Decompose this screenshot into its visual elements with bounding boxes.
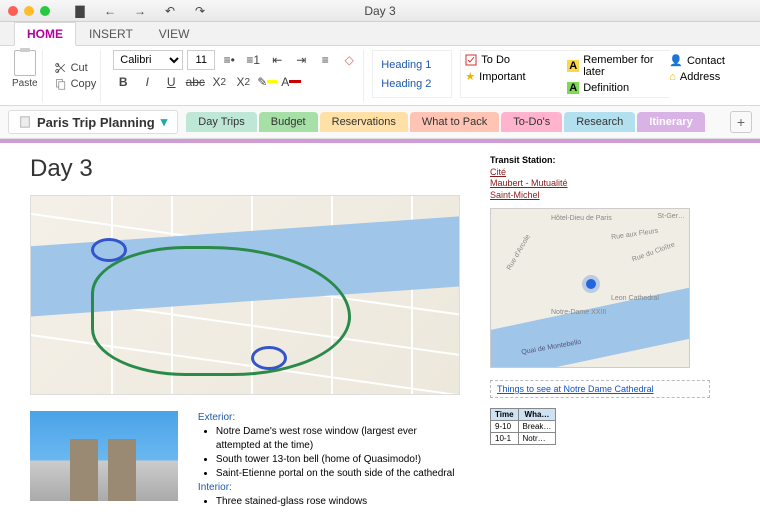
tab-view[interactable]: VIEW — [146, 22, 203, 45]
clear-format-icon[interactable]: ◇ — [339, 50, 359, 70]
section-tab-itinerary[interactable]: Itinerary — [637, 112, 704, 132]
toolbar-quick: ▇ ← → ↶ ↷ — [70, 1, 210, 21]
highlight-button[interactable]: ✎ — [257, 72, 277, 92]
a-icon: A — [567, 60, 579, 72]
bold-button[interactable]: B — [113, 72, 133, 92]
list-item: South tower 13-ton bell (home of Quasimo… — [216, 453, 460, 467]
schedule-table[interactable]: TimeWha… 9-10Break… 10-1Notr… — [490, 408, 556, 445]
list-item: Three stained-glass rose windows — [216, 495, 460, 509]
tag-important[interactable]: ★Important — [463, 69, 563, 84]
subscript-button[interactable]: X2 — [209, 72, 229, 92]
window-title: Day 3 — [364, 4, 395, 18]
outdent-icon[interactable]: ⇤ — [267, 50, 287, 70]
house-icon: ⌂ — [669, 71, 676, 83]
forward-icon[interactable]: → — [130, 1, 150, 21]
section-tab-budget[interactable]: Budget — [259, 112, 318, 132]
style-heading1[interactable]: Heading 1 — [381, 59, 443, 71]
list-item: Saint-Etienne portal on the south side o… — [216, 467, 460, 481]
style-heading2[interactable]: Heading 2 — [381, 78, 443, 90]
notebook-bar: Paris Trip Planning ▾ Day TripsBudgetRes… — [0, 106, 760, 139]
location-dot-icon — [586, 279, 596, 289]
section-tab-to-do-s[interactable]: To-Do's — [501, 112, 562, 132]
add-section-button[interactable]: + — [730, 111, 752, 133]
section-tab-what-to-pack[interactable]: What to Pack — [410, 112, 499, 132]
chevron-down-icon: ▾ — [161, 114, 168, 130]
tag-todo[interactable]: To Do — [463, 53, 563, 67]
list-item: Notre Dame's west rose window (largest e… — [216, 425, 460, 453]
map-small[interactable]: Hôtel-Dieu de Paris Leon Cathedral Rue d… — [490, 208, 690, 368]
tab-home[interactable]: HOME — [14, 22, 76, 46]
zoom-window[interactable] — [40, 6, 50, 16]
underline-button[interactable]: U — [161, 72, 181, 92]
ribbon: Paste Cut Copy Calibri ≡• ≡1 ⇤ ⇥ ≡ ◇ B I… — [0, 46, 760, 106]
cut-button[interactable]: Cut — [55, 62, 97, 74]
paste-button[interactable]: Paste — [12, 78, 38, 89]
scissors-icon — [55, 62, 67, 74]
interior-header: Interior: — [198, 481, 460, 495]
notebook-selector[interactable]: Paris Trip Planning ▾ — [8, 110, 178, 134]
font-select[interactable]: Calibri — [113, 50, 183, 70]
folder-icon[interactable]: ▇ — [70, 1, 90, 21]
section-tab-day-trips[interactable]: Day Trips — [186, 112, 256, 132]
fontcolor-button[interactable]: A — [281, 72, 301, 92]
tags-gallery[interactable]: To Do ★Important ARemember for later ADe… — [460, 50, 670, 98]
titlebar: ▇ ← → ↶ ↷ Day 3 — [0, 0, 760, 22]
map-large[interactable] — [30, 195, 460, 395]
undo-icon[interactable]: ↶ — [160, 1, 180, 21]
section-tab-research[interactable]: Research — [564, 112, 635, 132]
indent-icon[interactable]: ⇥ — [291, 50, 311, 70]
strike-button[interactable]: abc — [185, 72, 205, 92]
tag-contact[interactable]: 👤Contact — [667, 53, 760, 68]
window-controls — [8, 6, 50, 16]
bullets-icon[interactable]: ≡• — [219, 50, 239, 70]
page-canvas[interactable]: Day 3 Exterior: Notre Dame's west rose w… — [0, 143, 760, 521]
a-icon: A — [567, 82, 579, 94]
tag-remember[interactable]: ARemember for later — [565, 53, 665, 79]
notebook-icon — [19, 116, 31, 128]
section-tab-reservations[interactable]: Reservations — [320, 112, 408, 132]
minimize-window[interactable] — [24, 6, 34, 16]
page-title[interactable]: Day 3 — [30, 155, 460, 183]
back-icon[interactable]: ← — [100, 1, 120, 21]
tab-insert[interactable]: INSERT — [76, 22, 146, 45]
redo-icon[interactable]: ↷ — [190, 1, 210, 21]
italic-button[interactable]: I — [137, 72, 157, 92]
paste-icon[interactable] — [14, 50, 36, 76]
close-window[interactable] — [8, 6, 18, 16]
superscript-button[interactable]: X2 — [233, 72, 253, 92]
exterior-header: Exterior: — [198, 411, 460, 425]
checkbox-icon — [465, 54, 477, 66]
align-icon[interactable]: ≡ — [315, 50, 335, 70]
tag-address[interactable]: ⌂Address — [667, 70, 760, 84]
menu-tabs: HOME INSERT VIEW — [0, 22, 760, 46]
font-size-input[interactable] — [187, 50, 215, 70]
tag-definition[interactable]: ADefinition — [565, 81, 665, 95]
section-tabs: Day TripsBudgetReservationsWhat to PackT… — [186, 112, 718, 132]
numbering-icon[interactable]: ≡1 — [243, 50, 263, 70]
copy-icon — [55, 78, 67, 90]
copy-button[interactable]: Copy — [55, 78, 97, 90]
person-icon: 👤 — [669, 54, 683, 67]
link-thingstosee[interactable]: Things to see at Notre Dame Cathedral — [490, 380, 710, 398]
transit-block[interactable]: Transit Station: Cité Maubert - Mutualit… — [490, 155, 710, 202]
cathedral-photo[interactable] — [30, 411, 178, 501]
styles-gallery[interactable]: Heading 1 Heading 2 — [372, 50, 452, 98]
notes-block[interactable]: Exterior: Notre Dame's west rose window … — [198, 411, 460, 509]
star-icon: ★ — [465, 70, 475, 83]
